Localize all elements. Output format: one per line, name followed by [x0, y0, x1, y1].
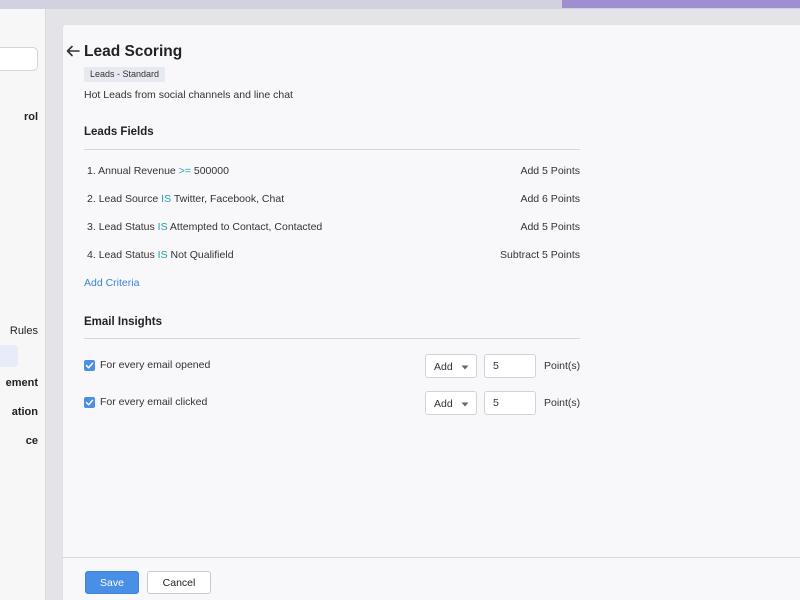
- criteria-row: 4. Lead Status IS Not Qualifield Subtrac…: [84, 249, 580, 265]
- chevron-down-icon: [461, 365, 469, 370]
- email-insight-row: For every email clicked Add Point(s): [84, 391, 584, 415]
- criteria-field: Lead Status: [98, 249, 155, 261]
- arrow-left-icon[interactable]: [65, 43, 81, 59]
- check-icon: [85, 399, 94, 406]
- criteria-value: Attempted to Contact, Contacted: [169, 221, 323, 233]
- points-input[interactable]: [484, 391, 536, 415]
- criteria-number: 1.: [87, 165, 96, 177]
- email-insight-row: For every email opened Add Point(s): [84, 354, 584, 378]
- criteria-points: Subtract 5 Points: [500, 249, 580, 261]
- email-clicked-label: For every email clicked: [100, 396, 208, 408]
- email-clicked-checkbox[interactable]: [84, 397, 95, 408]
- page-description: Hot Leads from social channels and line …: [84, 89, 293, 101]
- criteria-value: Not Qualifield: [170, 249, 234, 261]
- criteria-points: Add 5 Points: [520, 221, 580, 233]
- criteria-number: 3.: [87, 221, 96, 233]
- sidebar-search-input[interactable]: [0, 47, 38, 71]
- chevron-down-icon: [461, 402, 469, 407]
- criteria-row: 2. Lead Source IS Twitter, Facebook, Cha…: [84, 193, 580, 209]
- top-bar-accent: [562, 0, 800, 8]
- criteria-number: 4.: [87, 249, 96, 261]
- section-divider: [84, 149, 580, 150]
- action-select-value: Add: [434, 361, 453, 373]
- module-badge: Leads - Standard: [84, 67, 166, 82]
- page-title: Lead Scoring: [84, 43, 183, 60]
- criteria-operator: IS: [157, 249, 168, 261]
- sidebar-item-compliance[interactable]: ce: [26, 435, 38, 447]
- sidebar-selected-item[interactable]: [0, 345, 18, 367]
- criteria-field: Annual Revenue: [98, 165, 176, 177]
- criteria-field: Lead Source: [98, 193, 159, 205]
- save-button[interactable]: Save: [85, 571, 139, 594]
- check-icon: [85, 362, 94, 369]
- section-divider: [84, 338, 580, 339]
- sidebar-item-control[interactable]: rol: [24, 111, 38, 123]
- criteria-points: Add 6 Points: [520, 193, 580, 205]
- sidebar-item-automation[interactable]: ation: [12, 406, 38, 418]
- points-input[interactable]: [484, 354, 536, 378]
- criteria-row: 1. Annual Revenue >= 500000 Add 5 Points: [84, 165, 580, 181]
- leads-fields-title: Leads Fields: [84, 126, 154, 138]
- sidebar: rol Rules ement ation ce: [0, 9, 46, 600]
- criteria-number: 2.: [87, 193, 96, 205]
- cancel-button[interactable]: Cancel: [147, 571, 211, 594]
- email-opened-checkbox[interactable]: [84, 360, 95, 371]
- sidebar-item-management[interactable]: ement: [6, 377, 38, 389]
- criteria-points: Add 5 Points: [520, 165, 580, 177]
- criteria-field: Lead Status: [98, 221, 155, 233]
- action-select[interactable]: Add: [425, 354, 477, 378]
- points-unit-label: Point(s): [544, 360, 581, 372]
- action-select[interactable]: Add: [425, 391, 477, 415]
- footer-divider: [62, 557, 800, 558]
- action-select-value: Add: [434, 398, 453, 410]
- sidebar-item-rules[interactable]: Rules: [10, 325, 38, 337]
- add-criteria-link[interactable]: Add Criteria: [84, 277, 139, 289]
- criteria-operator: >=: [178, 165, 191, 177]
- criteria-value: Twitter, Facebook, Chat: [173, 193, 285, 205]
- criteria-operator: IS: [157, 221, 168, 233]
- email-opened-label: For every email opened: [100, 359, 211, 371]
- points-unit-label: Point(s): [544, 397, 581, 409]
- criteria-operator: IS: [161, 193, 172, 205]
- email-insights-title: Email Insights: [84, 316, 162, 328]
- criteria-row: 3. Lead Status IS Attempted to Contact, …: [84, 221, 580, 237]
- criteria-value: 500000: [193, 165, 229, 177]
- main-panel: [62, 24, 800, 600]
